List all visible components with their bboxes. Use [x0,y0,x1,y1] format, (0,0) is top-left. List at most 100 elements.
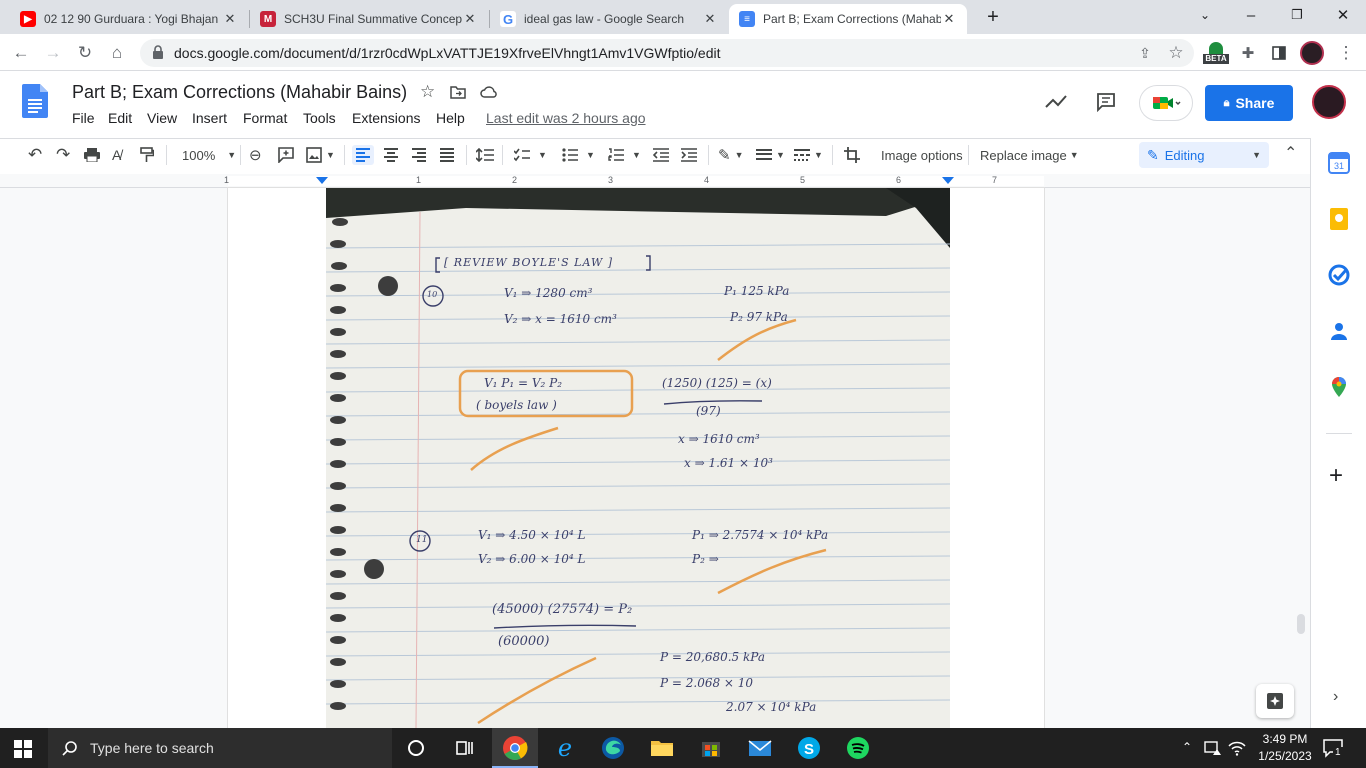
side-panel-icon[interactable] [1266,40,1292,66]
activity-trend-icon[interactable] [1044,92,1068,110]
system-clock[interactable]: 3:49 PM 1/25/2023 [1250,731,1320,765]
left-indent-marker[interactable] [316,177,328,184]
tab-summative[interactable]: M SCH3U Final Summative Concept ✕ [250,4,488,34]
keep-icon[interactable] [1328,208,1350,230]
last-edit-link[interactable]: Last edit was 2 hours ago [486,110,646,126]
menu-help[interactable]: Help [436,110,465,126]
explore-button[interactable] [1256,684,1294,718]
vertical-scrollbar-thumb[interactable] [1297,614,1305,634]
microsoft-store-icon[interactable] [698,735,724,761]
increase-indent-icon[interactable] [681,145,697,165]
tab-close-icon[interactable]: ✕ [462,11,478,27]
cloud-status-icon[interactable] [480,85,498,99]
menu-file[interactable]: File [72,110,95,126]
tab-search-chevron-icon[interactable]: ⌄ [1182,0,1228,30]
tab-docs-active[interactable]: ≡ Part B; Exam Corrections (Mahabir ✕ [729,4,967,34]
tab-google-search[interactable]: G ideal gas law - Google Search ✕ [490,4,728,34]
move-folder-icon[interactable] [450,85,466,99]
menu-view[interactable]: View [147,110,177,126]
print-icon[interactable] [84,145,100,165]
profile-avatar[interactable] [1300,41,1324,65]
windows-start-icon[interactable] [14,740,32,758]
crop-icon[interactable] [844,145,860,165]
border-weight-icon[interactable]: ▼ [756,145,785,165]
account-avatar[interactable] [1312,85,1346,119]
beta-extension-icon[interactable]: BETA [1203,42,1229,66]
right-indent-marker[interactable] [942,177,954,184]
numbered-list-icon[interactable]: ▼ [608,145,641,165]
align-justify-icon[interactable] [440,145,454,165]
edge-icon[interactable] [600,735,626,761]
restore-button[interactable]: ❐ [1274,0,1320,30]
align-right-icon[interactable] [412,145,426,165]
align-left-icon[interactable] [352,145,374,165]
forward-button[interactable]: → [40,40,66,66]
star-icon[interactable]: ☆ [420,82,435,102]
bulleted-list-icon[interactable]: ▼ [562,145,595,165]
line-spacing-icon[interactable] [476,145,494,165]
menu-insert[interactable]: Insert [192,110,227,126]
task-view-icon[interactable] [451,735,477,761]
add-addon-icon[interactable]: + [1329,462,1343,490]
zoom-select[interactable]: 100% ▼ [182,145,236,165]
cortana-icon[interactable] [403,735,429,761]
taskbar-chrome-active[interactable] [492,728,538,768]
contacts-icon[interactable] [1328,320,1350,342]
show-side-panel-chevron-icon[interactable]: › [1333,688,1338,706]
new-tab-button[interactable]: + [970,2,1016,32]
mail-icon[interactable] [747,735,773,761]
replace-image-button[interactable]: Replace image ▼ [980,145,1079,165]
paint-format-icon[interactable] [140,145,154,165]
insert-link-icon[interactable]: ⊖ [249,145,262,165]
menu-extensions[interactable]: Extensions [352,110,420,126]
notifications-icon[interactable]: 1 [1322,738,1344,758]
show-hidden-icons-chevron-icon[interactable]: ⌃ [1182,740,1192,754]
image-options-button[interactable]: Image options [881,145,963,165]
taskbar-search-box[interactable]: Type here to search [48,728,392,768]
minimize-button[interactable]: – [1228,0,1274,30]
tab-youtube[interactable]: ▶ 02 12 90 Gurduara : Yogi Bhajan | ✕ [10,4,248,34]
url-text[interactable]: docs.google.com/document/d/1rzr0cdWpLxVA… [174,45,721,61]
wifi-icon[interactable] [1228,740,1246,756]
border-dash-icon[interactable]: ▼ [794,145,823,165]
align-center-icon[interactable] [384,145,398,165]
network-warning-icon[interactable] [1204,740,1222,756]
menu-tools[interactable]: Tools [303,110,336,126]
editing-mode-select[interactable]: ✎ Editing ▼ [1139,142,1269,168]
browser-menu-icon[interactable]: ⋮ [1333,40,1359,66]
internet-explorer-icon[interactable]: e [552,735,578,761]
meet-button[interactable] [1139,85,1193,121]
menu-format[interactable]: Format [243,110,287,126]
comments-icon[interactable] [1096,92,1116,112]
redo-icon[interactable]: ↷ [56,145,70,165]
extensions-puzzle-icon[interactable]: ✚ [1235,40,1261,66]
close-window-button[interactable]: ✕ [1320,0,1366,30]
decrease-indent-icon[interactable] [653,145,669,165]
maps-icon[interactable] [1328,376,1350,398]
reload-button[interactable]: ↻ [72,40,98,66]
pencil-border-icon[interactable]: ✎ ▼ [718,145,744,165]
collapse-menus-chevron-icon[interactable]: ⌃ [1284,143,1297,163]
tab-close-icon[interactable]: ✕ [222,11,238,27]
home-icon[interactable]: ⌂ [104,40,130,66]
tab-close-icon[interactable]: ✕ [702,11,718,27]
lock-icon[interactable] [152,45,164,59]
skype-icon[interactable]: S [796,735,822,761]
tab-close-icon[interactable]: ✕ [941,11,957,27]
file-explorer-icon[interactable] [649,735,675,761]
insert-image-icon[interactable]: ▼ [306,145,335,165]
handwritten-notes-image[interactable]: [ REVIEW BOYLE'S LAW ] 10 V₁ ⇒ 1280 cm³ … [326,188,950,728]
undo-icon[interactable]: ↶ [28,145,42,165]
bookmark-star-icon[interactable]: ☆ [1163,40,1189,66]
checklist-icon[interactable]: ▼ [514,145,547,165]
tasks-icon[interactable] [1328,264,1350,286]
docs-logo-icon[interactable] [22,84,48,118]
back-button[interactable]: ← [8,40,34,66]
add-comment-icon[interactable] [278,145,294,165]
calendar-icon[interactable]: 31 [1328,152,1350,174]
spellcheck-icon[interactable]: A̸ [112,145,121,165]
share-page-icon[interactable]: ⇪ [1132,40,1158,66]
document-title[interactable]: Part B; Exam Corrections (Mahabir Bains) [72,82,407,103]
share-button[interactable]: 🔒︎ Share [1205,85,1293,121]
menu-edit[interactable]: Edit [108,110,132,126]
